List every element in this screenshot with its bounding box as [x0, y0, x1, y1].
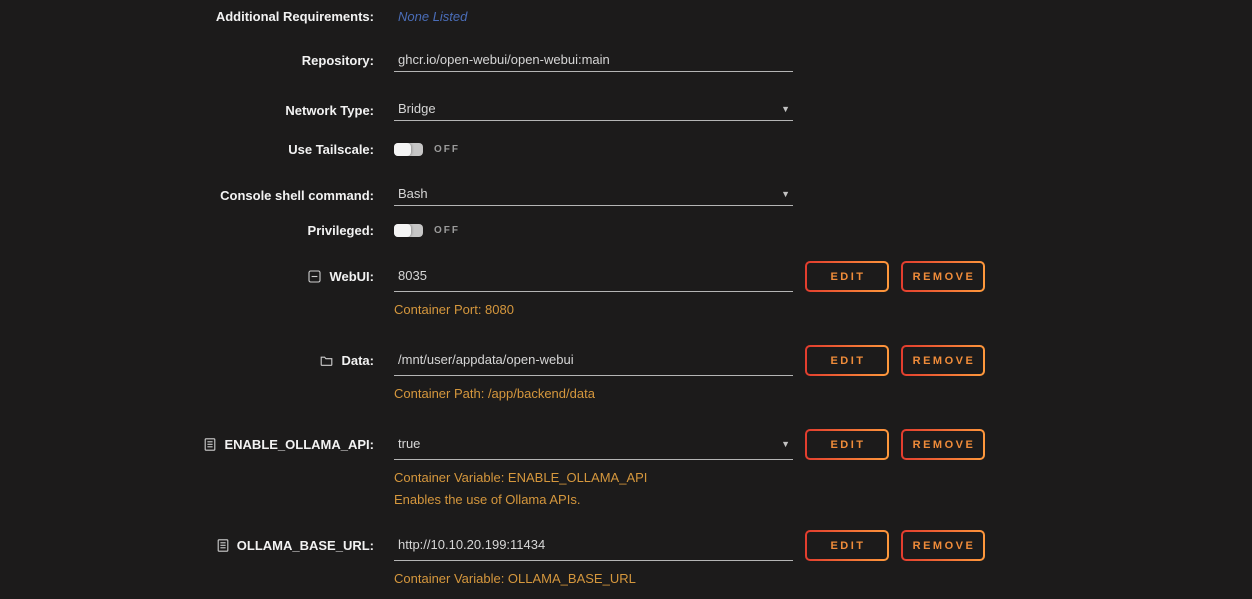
helper-text: Container Port: 8080	[394, 303, 793, 317]
field-label: Privileged:	[308, 223, 374, 238]
form-row-privileged: Privileged: OFF	[0, 222, 1252, 239]
helper-text: Enables the use of Ollama APIs.	[394, 493, 793, 507]
ollama-base-url-input[interactable]	[394, 529, 793, 561]
selected-option: Bridge	[394, 101, 436, 118]
toggle-knob	[394, 224, 411, 237]
field-label-cell: Repository:	[0, 49, 374, 72]
helper-text: Container Variable: OLLAMA_BASE_URL	[394, 572, 793, 586]
field-label: Use Tailscale:	[288, 142, 374, 157]
form-row-ollama-base-url: OLLAMA_BASE_URL: Container Variable: OLL…	[0, 530, 1252, 586]
chevron-down-icon: ▼	[781, 440, 793, 449]
network-type-select[interactable]: Bridge ▼	[394, 99, 793, 120]
console-shell-command-select[interactable]: Bash ▼	[394, 184, 793, 205]
edit-button[interactable]: EDIT	[805, 261, 889, 292]
helper-text: Container Path: /app/backend/data	[394, 387, 793, 401]
field-label-cell: Console shell command:	[0, 184, 374, 206]
docker-container-settings-form: Additional Requirements: None Listed Rep…	[0, 0, 1252, 586]
form-row-network-type: Network Type: Bridge ▼	[0, 99, 1252, 121]
data-input[interactable]	[394, 344, 793, 376]
toggle-state-label: OFF	[434, 225, 460, 236]
remove-button[interactable]: REMOVE	[901, 261, 985, 292]
field-label-cell: Data:	[0, 345, 374, 376]
chevron-down-icon: ▼	[781, 105, 793, 114]
toggle-state-label: OFF	[434, 144, 460, 155]
chevron-down-icon: ▼	[781, 190, 793, 199]
form-row-use-tailscale: Use Tailscale: OFF	[0, 141, 1252, 158]
form-row-additional-requirements: Additional Requirements: None Listed	[0, 7, 1252, 25]
privileged-toggle[interactable]	[394, 224, 423, 237]
field-label: Repository:	[302, 53, 374, 68]
enable-ollama-api-select[interactable]: true ▼	[394, 429, 793, 459]
field-label-cell: OLLAMA_BASE_URL:	[0, 530, 374, 561]
field-label: Data:	[341, 353, 374, 368]
field-label: Additional Requirements:	[216, 9, 374, 24]
field-label-cell: Additional Requirements:	[0, 7, 374, 25]
field-label-cell: WebUI:	[0, 261, 374, 292]
toggle-knob	[394, 143, 411, 156]
folder-icon	[320, 354, 333, 367]
field-label-cell: Privileged:	[0, 222, 374, 239]
additional-requirements-value: None Listed	[394, 9, 467, 24]
webui-input[interactable]	[394, 260, 793, 292]
remove-button[interactable]: REMOVE	[901, 530, 985, 561]
field-label-cell: ENABLE_OLLAMA_API:	[0, 429, 374, 460]
field-label-cell: Use Tailscale:	[0, 141, 374, 158]
form-row-repository: Repository:	[0, 49, 1252, 72]
form-row-console-shell-command: Console shell command: Bash ▼	[0, 184, 1252, 206]
field-label-cell: Network Type:	[0, 99, 374, 121]
edit-button[interactable]: EDIT	[805, 429, 889, 460]
form-row-enable-ollama-api: ENABLE_OLLAMA_API: true ▼ Container Varia…	[0, 429, 1252, 507]
edit-button[interactable]: EDIT	[805, 345, 889, 376]
field-label: Console shell command:	[220, 188, 374, 203]
field-label: OLLAMA_BASE_URL:	[237, 538, 374, 553]
remove-button[interactable]: REMOVE	[901, 345, 985, 376]
form-row-webui: WebUI: Container Port: 8080 EDIT REMOVE	[0, 261, 1252, 317]
form-row-data: Data: Container Path: /app/backend/data …	[0, 345, 1252, 401]
file-text-icon	[204, 438, 216, 451]
selected-option: true	[394, 436, 420, 453]
field-label: ENABLE_OLLAMA_API:	[224, 437, 374, 452]
field-label: WebUI:	[329, 269, 374, 284]
repository-input[interactable]	[394, 48, 793, 72]
helper-text: Container Variable: ENABLE_OLLAMA_API	[394, 471, 793, 485]
minus-square-icon	[308, 270, 321, 283]
selected-option: Bash	[394, 186, 428, 203]
use-tailscale-toggle[interactable]	[394, 143, 423, 156]
file-text-icon	[217, 539, 229, 552]
field-label: Network Type:	[285, 103, 374, 118]
edit-button[interactable]: EDIT	[805, 530, 889, 561]
remove-button[interactable]: REMOVE	[901, 429, 985, 460]
